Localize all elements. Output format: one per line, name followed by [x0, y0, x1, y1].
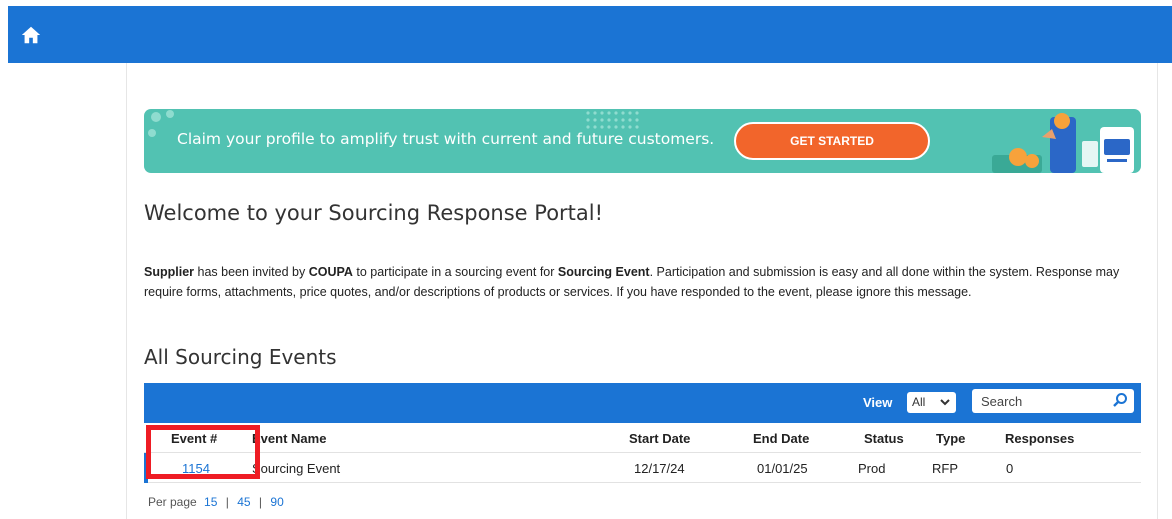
- column-header-start-date[interactable]: Start Date: [629, 431, 690, 446]
- start-date-cell: 12/17/24: [634, 461, 685, 476]
- banner-dots-pattern: [586, 111, 639, 129]
- chevron-down-icon: [940, 395, 950, 417]
- table-row[interactable]: 1154 Sourcing Event 12/17/24 01/01/25 Pr…: [144, 453, 1141, 483]
- column-header-event-name[interactable]: Event Name: [252, 431, 326, 446]
- per-page-label: Per page: [148, 495, 197, 509]
- per-page-15[interactable]: 15: [204, 495, 217, 509]
- pager-separator: |: [258, 495, 263, 509]
- home-icon[interactable]: [20, 24, 42, 46]
- column-header-end-date[interactable]: End Date: [753, 431, 809, 446]
- intro-text-2: to participate in a sourcing event for: [352, 265, 558, 279]
- responses-cell: 0: [1006, 461, 1014, 476]
- events-table: Event # Event Name Start Date End Date S…: [144, 423, 1141, 483]
- event-number-highlight: [146, 425, 260, 479]
- supplier-name: Supplier: [144, 265, 195, 279]
- top-nav-bar: [8, 6, 1172, 63]
- per-page-90[interactable]: 90: [270, 495, 283, 509]
- type-cell: RFP: [932, 461, 958, 476]
- search-input[interactable]: [972, 389, 1102, 413]
- column-header-responses[interactable]: Responses: [1005, 431, 1074, 446]
- event-name-cell: Sourcing Event: [252, 461, 341, 476]
- column-header-status[interactable]: Status: [864, 431, 904, 446]
- pagination: Per page 15 | 45 | 90: [148, 495, 284, 509]
- banner-illustration: [992, 113, 1134, 173]
- get-started-button[interactable]: GET STARTED: [734, 122, 930, 160]
- welcome-heading: Welcome to your Sourcing Response Portal…: [144, 201, 604, 225]
- end-date-cell: 01/01/25: [757, 461, 808, 476]
- table-header-row: Event # Event Name Start Date End Date S…: [144, 423, 1141, 453]
- pager-separator: |: [225, 495, 229, 509]
- events-toolbar: View All: [144, 383, 1141, 423]
- column-header-type[interactable]: Type: [936, 431, 965, 446]
- event-name: Sourcing Event: [557, 265, 650, 279]
- claim-profile-banner: Claim your profile to amplify trust with…: [144, 109, 1141, 173]
- per-page-45[interactable]: 45: [237, 495, 250, 509]
- search-icon[interactable]: [1112, 392, 1128, 408]
- view-filter-select[interactable]: All: [907, 392, 956, 413]
- events-heading: All Sourcing Events: [144, 345, 337, 369]
- company-name: COUPA: [308, 265, 353, 279]
- intro-text-1: has been invited by: [194, 265, 309, 279]
- banner-message: Claim your profile to amplify trust with…: [177, 130, 715, 148]
- view-filter-value: All: [912, 395, 926, 409]
- main-content: Claim your profile to amplify trust with…: [126, 63, 1158, 519]
- invitation-message: Supplier has been invited by COUPA to pa…: [144, 262, 1149, 302]
- status-cell: Prod: [858, 461, 886, 476]
- view-label: View: [863, 395, 893, 410]
- search-box[interactable]: [972, 389, 1134, 413]
